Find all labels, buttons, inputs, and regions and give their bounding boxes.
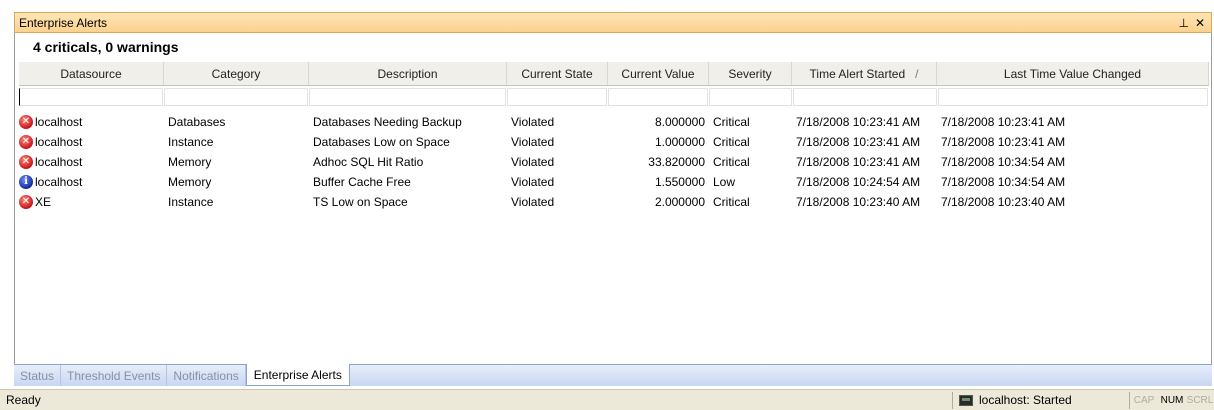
cell-description: Adhoc SQL Hit Ratio: [313, 155, 424, 169]
pane-title: Enterprise Alerts: [19, 15, 108, 30]
cell-changed: 7/18/2008 10:23:41 AM: [941, 115, 1066, 129]
grid-header: Datasource Category Description Current …: [19, 62, 1209, 86]
indicator-cap: CAP: [1133, 394, 1155, 406]
cell-category: Memory: [168, 155, 212, 169]
filter-row: [19, 88, 1209, 108]
tab-status[interactable]: Status: [14, 365, 62, 386]
bottom-tab-strip: Status Threshold Events Notifications Enter…: [14, 364, 1212, 386]
cell-description: TS Low on Space: [313, 195, 408, 209]
indicator-num: NUM: [1160, 394, 1184, 406]
cell-category: Instance: [168, 135, 214, 149]
table-row[interactable]: i localhost Memory Buffer Cache Free Violate…: [19, 172, 1209, 192]
cell-severity: Critical: [713, 135, 750, 149]
cell-state: Violated: [511, 175, 555, 189]
cell-description: Databases Low on Space: [313, 135, 450, 149]
cell-changed: 7/18/2008 10:23:40 AM: [941, 195, 1066, 209]
server-icon: [959, 394, 973, 406]
cell-severity: Critical: [713, 195, 750, 209]
cell-datasource: ✕ localhost: [19, 115, 164, 130]
enterprise-alerts-app: Enterprise Alerts ⊥ ✕ 4 criticals, 0 war…: [0, 0, 1214, 410]
info-icon: i: [19, 175, 33, 190]
status-text: Ready: [6, 393, 41, 407]
column-header-severity[interactable]: Severity: [709, 62, 792, 85]
cell-changed: 7/18/2008 10:23:41 AM: [941, 135, 1066, 149]
cell-value: 1.550000: [654, 175, 705, 189]
filter-datasource[interactable]: [19, 88, 164, 106]
cell-value: 8.000000: [654, 115, 705, 129]
column-header-description[interactable]: Description: [309, 62, 507, 85]
table-row[interactable]: ✕ XE Instance TS Low on Space Violated 2.0000…: [19, 192, 1209, 212]
tab-threshold-events[interactable]: Threshold Events: [61, 365, 168, 386]
cell-changed: 7/18/2008 10:34:54 AM: [941, 175, 1066, 189]
cell-datasource: i localhost: [19, 175, 164, 190]
column-header-current-state[interactable]: Current State: [507, 62, 608, 85]
column-header-datasource[interactable]: Datasource: [19, 62, 164, 85]
tab-notifications[interactable]: Notifications: [167, 365, 246, 386]
grid-rows: ✕ localhost Databases Databases Needing Bac…: [19, 112, 1209, 212]
cell-description: Buffer Cache Free: [313, 175, 411, 189]
table-row[interactable]: ✕ localhost Databases Databases Needing Bac…: [19, 112, 1209, 132]
cell-started: 7/18/2008 10:23:41 AM: [796, 115, 921, 129]
error-icon: ✕: [19, 195, 33, 210]
column-header-current-value[interactable]: Current Value: [608, 62, 709, 85]
cell-state: Violated: [511, 115, 555, 129]
error-icon: ✕: [19, 155, 33, 170]
table-row[interactable]: ✕ localhost Instance Databases Low on Space…: [19, 132, 1209, 152]
cell-value: 33.820000: [648, 155, 705, 169]
filter-current-state[interactable]: [506, 88, 608, 106]
connection-label: localhost: Started: [979, 393, 1072, 407]
filter-description[interactable]: [309, 88, 506, 106]
cell-severity: Critical: [713, 115, 750, 129]
cell-category: Instance: [168, 195, 214, 209]
alerts-pane: 4 criticals, 0 warnings Datasource Categ…: [14, 33, 1212, 364]
cell-datasource: ✕ localhost: [19, 135, 164, 150]
pane-title-bar[interactable]: Enterprise Alerts ⊥ ✕: [14, 12, 1212, 33]
column-header-last-time-value-changed[interactable]: Last Time Value Changed: [937, 62, 1209, 85]
cell-value: 1.000000: [654, 135, 705, 149]
alerts-summary: 4 criticals, 0 warnings: [33, 39, 179, 55]
cell-category: Memory: [168, 175, 212, 189]
cell-started: 7/18/2008 10:23:41 AM: [796, 155, 921, 169]
cell-started: 7/18/2008 10:23:41 AM: [796, 135, 921, 149]
cell-state: Violated: [511, 135, 555, 149]
cell-value: 2.000000: [654, 195, 705, 209]
filter-current-value[interactable]: [608, 88, 709, 106]
filter-last-time-value-changed[interactable]: [937, 88, 1209, 106]
cell-changed: 7/18/2008 10:34:54 AM: [941, 155, 1066, 169]
status-bar: Ready localhost: Started CAP NUM SCRL: [0, 389, 1214, 410]
cell-severity: Critical: [713, 155, 750, 169]
table-row[interactable]: ✕ localhost Memory Adhoc SQL Hit Ratio Viola…: [19, 152, 1209, 172]
sort-indicator-icon: /: [915, 66, 919, 81]
connection-status: localhost: Started: [952, 391, 1130, 409]
alerts-grid: Datasource Category Description Current …: [19, 62, 1209, 212]
cell-severity: Low: [713, 175, 736, 189]
pin-icon[interactable]: ⊥: [1178, 16, 1188, 30]
close-icon[interactable]: ✕: [1195, 16, 1205, 30]
cell-started: 7/18/2008 10:23:40 AM: [796, 195, 921, 209]
column-header-category[interactable]: Category: [164, 62, 309, 85]
cell-datasource: ✕ XE: [19, 195, 164, 210]
cell-category: Databases: [168, 115, 226, 129]
cell-started: 7/18/2008 10:24:54 AM: [796, 175, 921, 189]
error-icon: ✕: [19, 115, 33, 130]
cell-state: Violated: [511, 195, 555, 209]
filter-severity[interactable]: [709, 88, 792, 106]
cell-description: Databases Needing Backup: [313, 115, 462, 129]
filter-category[interactable]: [164, 88, 309, 106]
filter-time-alert-started[interactable]: [792, 88, 937, 106]
indicator-scrl: SCRL: [1186, 394, 1214, 406]
error-icon: ✕: [19, 135, 33, 150]
cell-datasource: ✕ localhost: [19, 155, 164, 170]
tab-enterprise-alerts[interactable]: Enterprise Alerts: [245, 364, 350, 386]
cell-state: Violated: [511, 155, 555, 169]
column-header-time-alert-started[interactable]: Time Alert Started /: [792, 62, 937, 85]
